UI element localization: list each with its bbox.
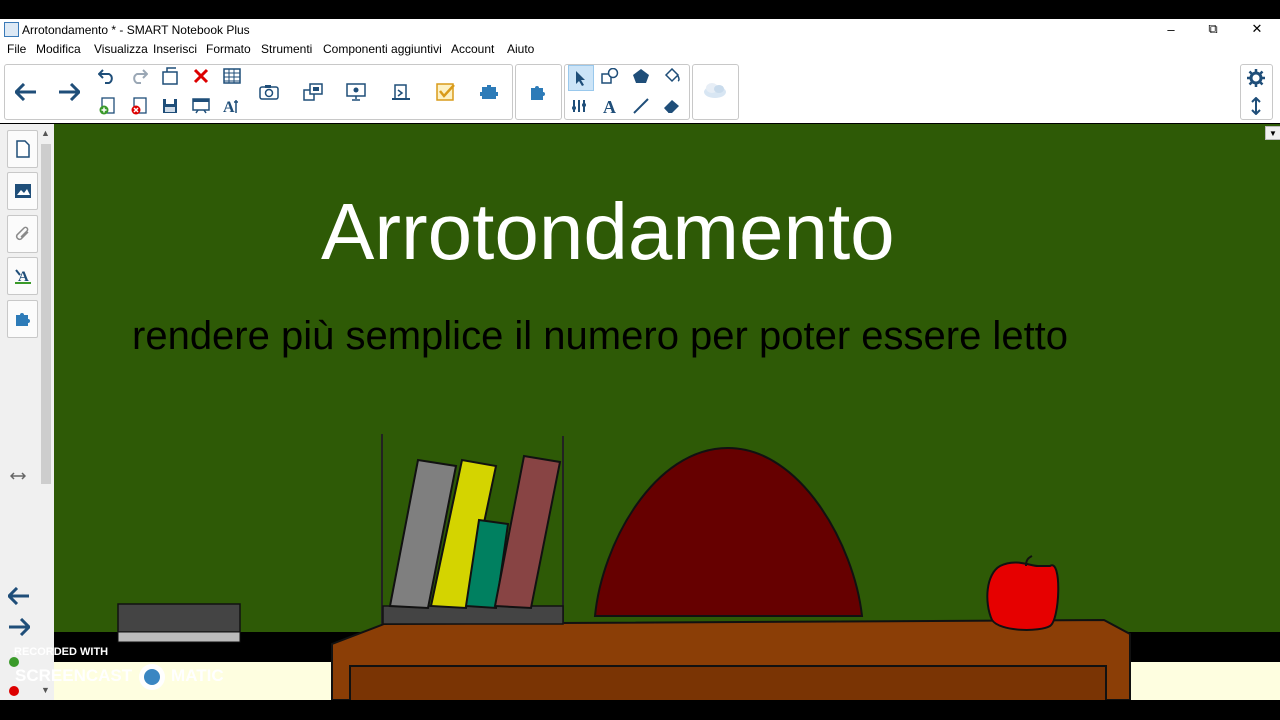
svg-text:A: A bbox=[223, 99, 235, 115]
screen-bottom-border bbox=[0, 700, 1280, 720]
select-icon[interactable] bbox=[568, 65, 594, 91]
add-page-icon[interactable] bbox=[96, 95, 118, 117]
save-icon[interactable] bbox=[159, 95, 181, 117]
watermark-matic: MATIC bbox=[171, 666, 224, 686]
restore-button[interactable]: ⧉ bbox=[1193, 19, 1233, 39]
scroll-up-icon[interactable]: ▲ bbox=[41, 128, 50, 138]
page-sorter-tab[interactable] bbox=[7, 130, 38, 168]
title-bar: Arrotondamento * - SMART Notebook Plus –… bbox=[0, 19, 1280, 41]
addon-puzzle-icon[interactable] bbox=[523, 77, 553, 107]
display-icon[interactable] bbox=[341, 77, 371, 107]
classroom-scene bbox=[117, 434, 1131, 700]
page-subtitle[interactable]: rendere più semplice il numero per poter… bbox=[132, 314, 1068, 359]
menu-bar: File Modifica Visualizza Inserisci Forma… bbox=[0, 41, 1280, 59]
back-arrow-icon[interactable] bbox=[11, 77, 41, 107]
redo-icon[interactable] bbox=[128, 65, 150, 87]
watermark-logo-icon bbox=[138, 664, 165, 690]
fill-shape-icon[interactable] bbox=[630, 65, 652, 87]
expand-arrows-icon[interactable] bbox=[9, 468, 27, 486]
attachments-tab[interactable] bbox=[7, 215, 38, 253]
menu-account[interactable]: Account bbox=[451, 42, 494, 56]
line-tool-icon[interactable] bbox=[630, 95, 652, 117]
response-addon-icon[interactable] bbox=[474, 77, 504, 107]
apple bbox=[986, 561, 1060, 631]
menu-aiuto[interactable]: Aiuto bbox=[507, 42, 534, 56]
menu-inserisci[interactable]: Inserisci bbox=[153, 42, 197, 56]
desk-drawer bbox=[349, 665, 1107, 700]
page-heading[interactable]: Arrotondamento bbox=[321, 186, 895, 278]
menu-visualizza[interactable]: Visualizza bbox=[94, 42, 148, 56]
page-menu-dropdown-icon[interactable]: ▼ bbox=[1265, 126, 1280, 140]
menu-strumenti[interactable]: Strumenti bbox=[261, 42, 312, 56]
pens-icon[interactable] bbox=[568, 95, 590, 117]
book-stack-top bbox=[117, 603, 241, 633]
watermark-screencast: SCREENCAST bbox=[15, 666, 133, 686]
new-page-icon[interactable] bbox=[159, 65, 181, 87]
properties-text-icon[interactable]: A bbox=[221, 95, 243, 117]
scroll-thumb[interactable] bbox=[41, 144, 51, 484]
undo-icon[interactable] bbox=[96, 65, 118, 87]
menu-modifica[interactable]: Modifica bbox=[36, 42, 81, 56]
menu-formato[interactable]: Formato bbox=[206, 42, 251, 56]
window-title: Arrotondamento * - SMART Notebook Plus bbox=[22, 23, 250, 37]
close-button[interactable]: ✕ bbox=[1237, 19, 1277, 39]
delete-icon[interactable] bbox=[190, 65, 212, 87]
side-scrollbar[interactable]: ▲ ▼ bbox=[38, 124, 54, 700]
eraser-icon[interactable] bbox=[661, 95, 683, 117]
svg-text:A: A bbox=[603, 97, 616, 115]
delete-page-icon[interactable] bbox=[128, 95, 150, 117]
watermark-recorded: RECORDED WITH bbox=[14, 646, 109, 658]
gallery-tab[interactable] bbox=[7, 172, 38, 210]
main-toolbar: A A bbox=[0, 59, 1280, 185]
settings-gear-icon[interactable] bbox=[1245, 67, 1267, 89]
fill-bucket-icon[interactable] bbox=[661, 65, 683, 87]
move-toolbar-icon[interactable] bbox=[1245, 95, 1267, 117]
checklist-icon[interactable] bbox=[431, 77, 461, 107]
properties-tab[interactable]: A bbox=[7, 257, 38, 295]
delete-page-small-icon[interactable] bbox=[9, 686, 19, 696]
add-page-small-icon[interactable] bbox=[9, 657, 19, 667]
document-camera-icon[interactable] bbox=[298, 77, 328, 107]
page-canvas[interactable]: Arrotondamento rendere più semplice il n… bbox=[54, 124, 1280, 700]
screen-capture-icon[interactable] bbox=[254, 77, 284, 107]
screen-shade-icon[interactable] bbox=[190, 95, 212, 117]
addons-tab[interactable] bbox=[7, 300, 38, 338]
next-page-icon[interactable] bbox=[8, 617, 32, 641]
app-icon bbox=[4, 22, 19, 37]
paste-page-icon[interactable] bbox=[386, 77, 416, 107]
book-stack-page bbox=[117, 631, 241, 643]
menu-file[interactable]: File bbox=[7, 42, 26, 56]
bookshelf-base bbox=[382, 605, 564, 625]
text-tool-icon[interactable]: A bbox=[599, 95, 621, 117]
magic-cloud-icon[interactable] bbox=[700, 75, 730, 105]
watermark-brand: SCREENCAST MATIC bbox=[15, 664, 224, 690]
table-icon[interactable] bbox=[221, 65, 243, 87]
menu-componenti-aggiuntivi[interactable]: Componenti aggiuntivi bbox=[323, 42, 442, 56]
forward-arrow-icon[interactable] bbox=[54, 77, 84, 107]
minimize-button[interactable]: – bbox=[1151, 19, 1191, 39]
shapes-icon[interactable] bbox=[599, 65, 621, 87]
previous-page-icon[interactable] bbox=[6, 586, 30, 610]
dome bbox=[593, 446, 864, 617]
